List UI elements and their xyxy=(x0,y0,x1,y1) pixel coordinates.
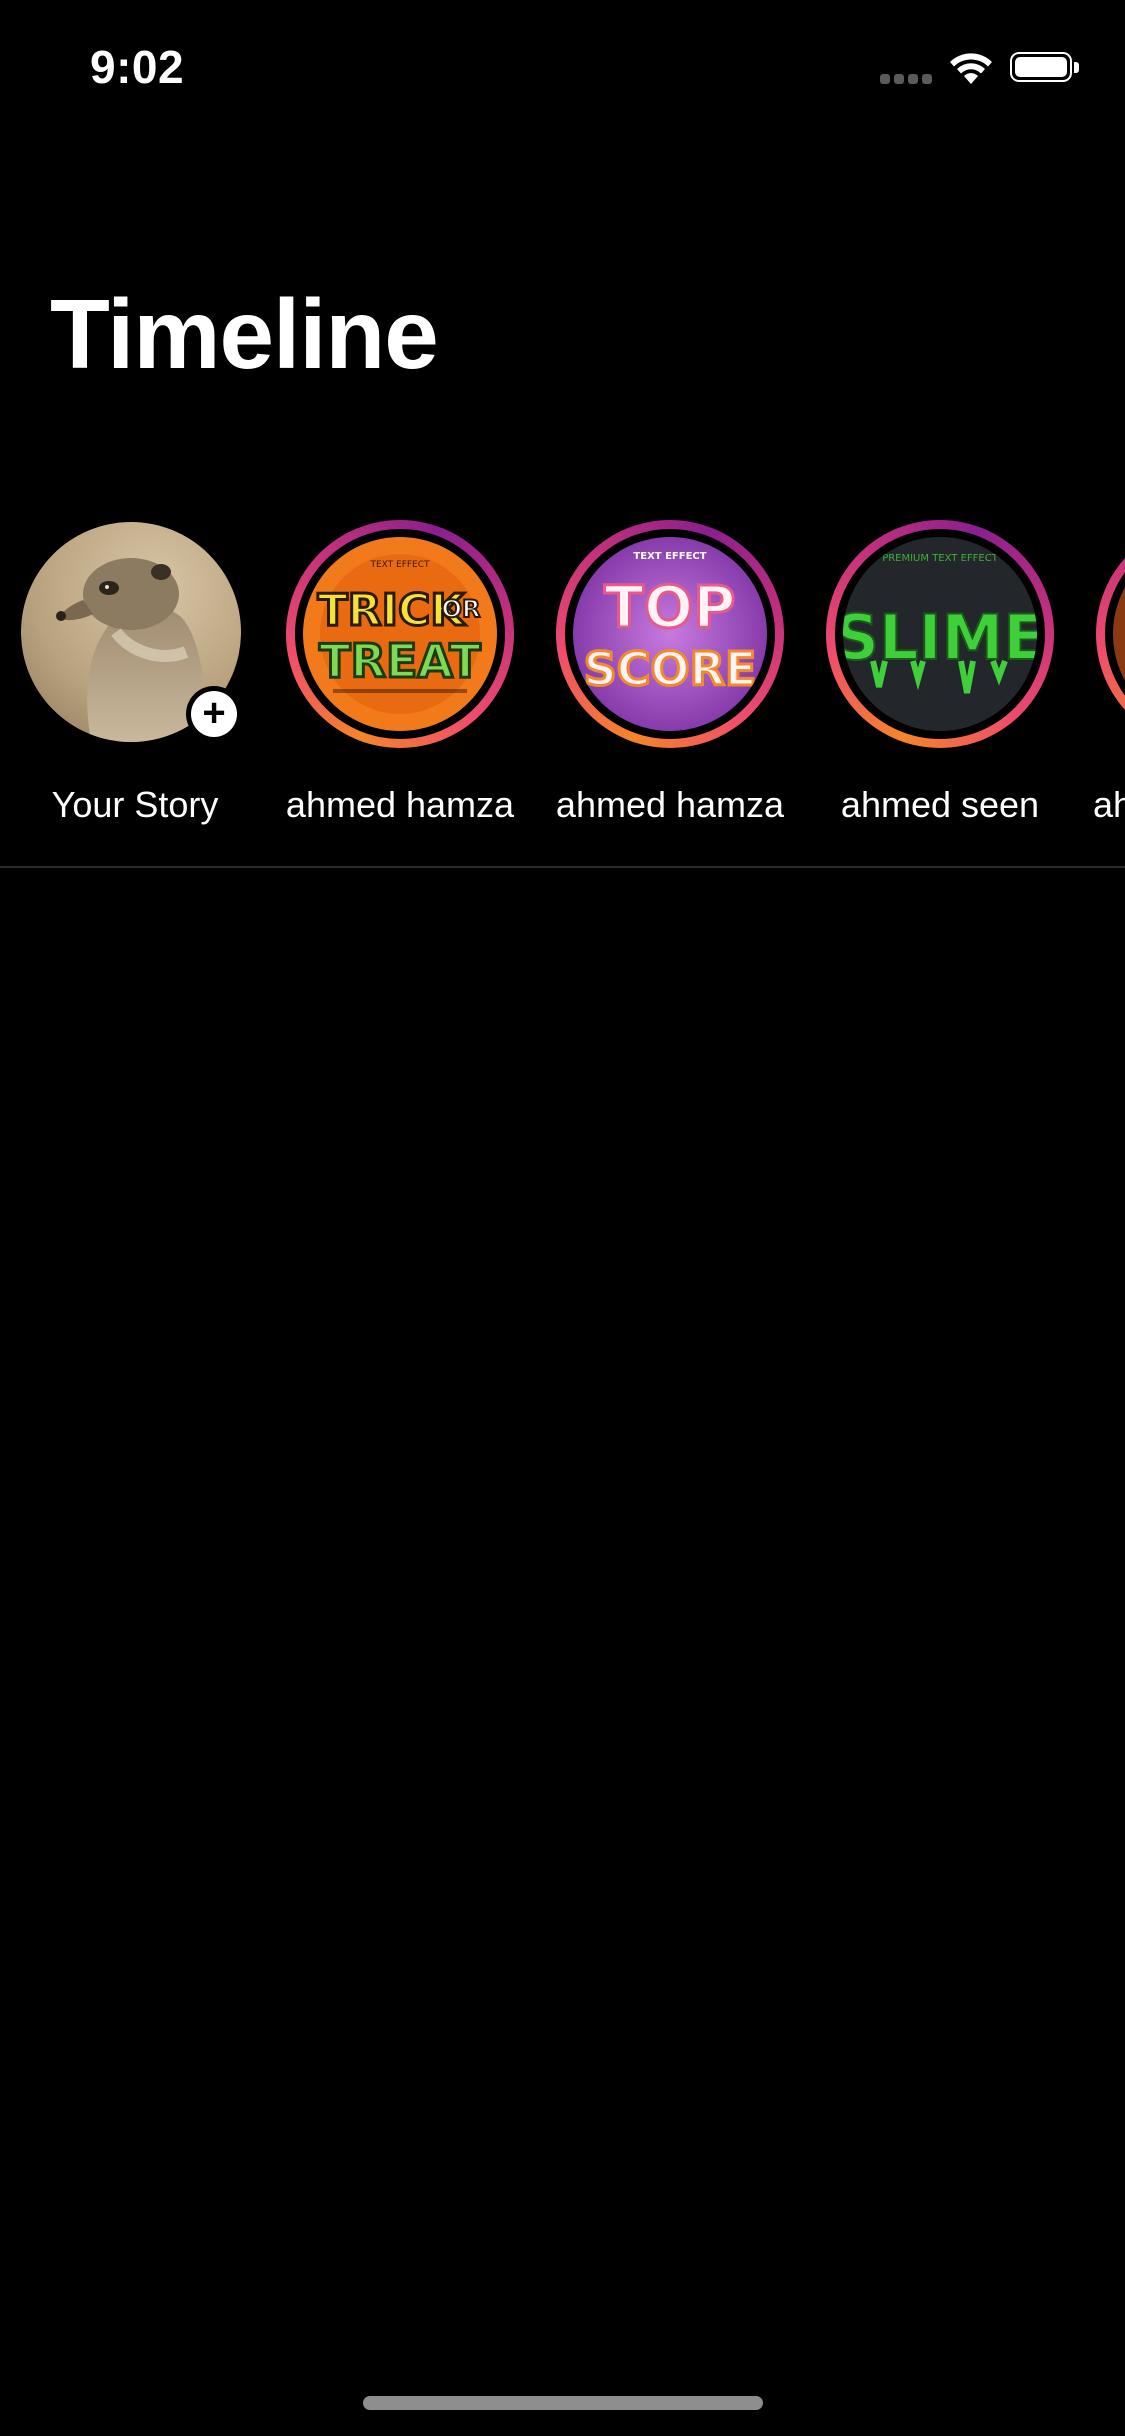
battery-icon xyxy=(1010,52,1082,86)
story-thumbnail: TEXT EFFECT TRICK OR TREAT xyxy=(303,537,497,731)
plus-icon: + xyxy=(191,691,237,737)
story-thumbnail xyxy=(1113,537,1125,731)
story-item[interactable]: PREMIUM TEXT EFFECT SLIME ahmed seen xyxy=(805,514,1075,834)
artwork-word: SCORE xyxy=(584,642,757,696)
artwork-word: OR xyxy=(442,595,481,623)
story-ring: TEXT EFFECT TRICK OR TREAT xyxy=(286,520,514,748)
story-ring xyxy=(1096,520,1125,748)
story-item[interactable]: ah xyxy=(1075,514,1125,834)
story-label: ahmed hamza xyxy=(285,784,515,825)
add-story-button[interactable]: + xyxy=(186,686,242,742)
svg-text:TEXT EFFECT: TEXT EFFECT xyxy=(369,560,430,570)
divider xyxy=(0,866,1125,868)
stories-row[interactable]: + Your Story TEXT EFFECT TRICK OR TREAT xyxy=(0,514,1125,834)
page-title: Timeline xyxy=(50,279,439,389)
status-bar: 9:02 xyxy=(0,0,1125,132)
story-item[interactable]: TEXT EFFECT TRICK OR TREAT ahmed hamza xyxy=(265,514,535,834)
story-label: ah xyxy=(1093,784,1125,825)
story-label: Your Story xyxy=(51,784,219,825)
home-indicator[interactable] xyxy=(363,2396,763,2410)
story-label: ahmed seen xyxy=(840,784,1040,825)
story-ring: PREMIUM TEXT EFFECT SLIME xyxy=(826,520,1054,748)
artwork-word: TREAT xyxy=(319,634,481,688)
svg-text:PREMIUM TEXT EFFECT: PREMIUM TEXT EFFECT xyxy=(882,553,999,564)
story-thumbnail: TEXT EFFECT TOP SCORE xyxy=(573,537,767,731)
svg-text:TEXT EFFECT: TEXT EFFECT xyxy=(633,551,706,562)
status-time: 9:02 xyxy=(90,41,185,93)
story-item-your-story[interactable]: + Your Story xyxy=(0,514,270,834)
cellular-signal-icon xyxy=(880,74,936,84)
story-item[interactable]: TEXT EFFECT TOP SCORE ahmed hamza xyxy=(535,514,805,834)
artwork-word: TOP xyxy=(604,573,735,641)
story-thumbnail: PREMIUM TEXT EFFECT SLIME xyxy=(843,537,1037,731)
story-label: ahmed hamza xyxy=(555,784,785,825)
wifi-icon xyxy=(948,50,994,86)
story-ring: TEXT EFFECT TOP SCORE xyxy=(556,520,784,748)
